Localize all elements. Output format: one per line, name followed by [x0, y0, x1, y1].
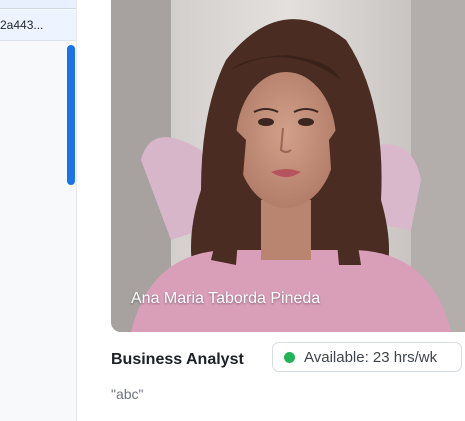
list-item-selected[interactable]: 2a443... [0, 10, 76, 41]
profile-note: "abc" [111, 386, 144, 402]
profile-card: Ana Maria Taborda Pineda Business Analys… [77, 0, 465, 421]
profile-name-overlay: Ana Maria Taborda Pineda [131, 290, 321, 307]
list-item-previous[interactable] [0, 0, 76, 9]
left-list-pane: 2a443... [0, 0, 77, 421]
list-item-id-text: 2a443... [0, 18, 44, 32]
profile-photo: Ana Maria Taborda Pineda [111, 0, 465, 332]
scrollbar-thumb[interactable] [67, 45, 75, 185]
availability-badge: Available: 23 hrs/wk [272, 342, 462, 372]
availability-text: Available: 23 hrs/wk [304, 348, 438, 366]
profile-photo-image [111, 0, 465, 332]
status-dot-icon [284, 351, 295, 363]
job-title: Business Analyst [111, 351, 244, 368]
